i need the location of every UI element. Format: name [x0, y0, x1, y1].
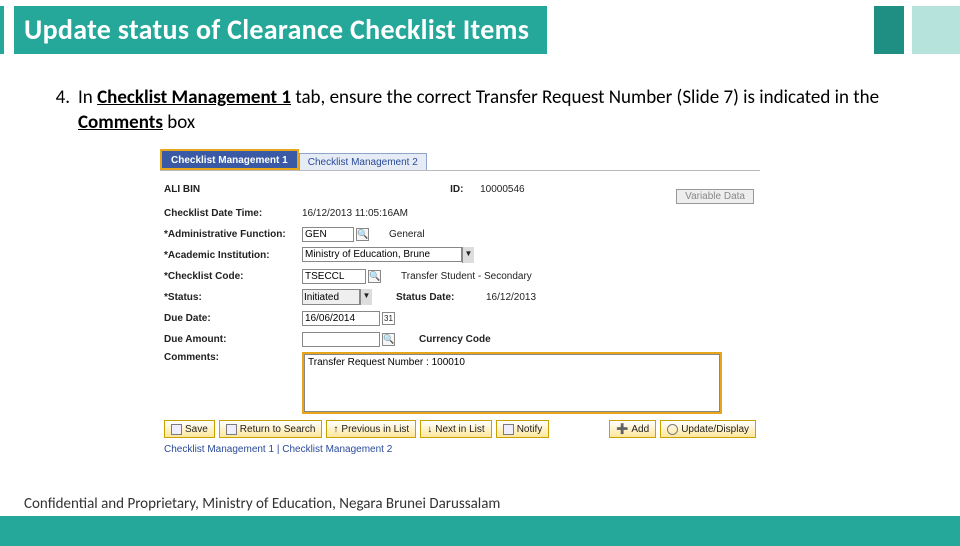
instruction-step: 4. In Checklist Management 1 tab, ensure…	[44, 86, 916, 135]
row-status: Status: ▼ Status Date: 16/12/2013	[164, 287, 756, 307]
row-admin-fn: Administrative Function: 🔍 General	[164, 224, 756, 244]
label-acad-inst: Academic Institution:	[164, 250, 302, 261]
notify-label: Notify	[517, 424, 543, 435]
arrow-down-icon: ↓	[427, 424, 432, 435]
label-datetime: Checklist Date Time:	[164, 208, 302, 219]
select-status[interactable]	[302, 289, 360, 305]
save-icon	[171, 424, 182, 435]
row-acad-inst: Academic Institution: ▼	[164, 245, 756, 265]
add-label: Add	[631, 424, 649, 435]
label-comments: Comments:	[164, 350, 302, 363]
app-screenshot: Checklist Management 1 Checklist Managem…	[160, 149, 760, 457]
step-text-mid: tab, ensure the correct Transfer Request…	[291, 86, 879, 109]
previous-in-list-button[interactable]: ↑Previous in List	[326, 420, 416, 438]
add-button[interactable]: ➕Add	[609, 420, 656, 438]
update-label: Update/Display	[681, 424, 749, 435]
row-due-date: Due Date: 31	[164, 308, 756, 328]
student-name: ALI BIN	[164, 184, 200, 195]
input-due-date[interactable]	[302, 311, 380, 326]
title-accent-light	[912, 6, 960, 54]
chevron-down-icon[interactable]: ▼	[462, 247, 474, 263]
search-icon	[226, 424, 237, 435]
select-acad-inst[interactable]	[302, 247, 462, 262]
label-status: Status:	[164, 292, 302, 303]
comments-highlight	[302, 352, 722, 414]
page-title: Update status of Clearance Checklist Ite…	[14, 6, 547, 54]
refresh-icon	[667, 424, 678, 435]
input-admin-fn[interactable]	[302, 227, 354, 242]
arrow-up-icon: ↑	[333, 424, 338, 435]
student-id-value: 10000546	[480, 184, 525, 195]
tab-checklist-management-1[interactable]: Checklist Management 1	[162, 151, 297, 168]
title-accent-left	[0, 6, 4, 54]
step-body: In Checklist Management 1 tab, ensure th…	[78, 86, 916, 135]
tabs-row: Checklist Management 1 Checklist Managem…	[160, 149, 760, 171]
label-status-date: Status Date:	[396, 292, 486, 303]
label-due-amount: Due Amount:	[164, 334, 302, 345]
tab1-highlight: Checklist Management 1	[160, 149, 299, 170]
lookup-icon[interactable]: 🔍	[356, 228, 369, 241]
step-tab-name: Checklist Management 1	[97, 86, 291, 109]
textarea-comments[interactable]	[304, 354, 720, 412]
notify-icon	[503, 424, 514, 435]
plus-icon: ➕	[616, 424, 628, 435]
button-row: Save Return to Search ↑Previous in List …	[164, 420, 756, 438]
value-status-date: 16/12/2013	[486, 292, 536, 303]
footer-bar	[0, 516, 960, 546]
calendar-icon[interactable]: 31	[382, 312, 395, 325]
next-label: Next in List	[435, 424, 484, 435]
tab-checklist-management-2[interactable]: Checklist Management 2	[299, 153, 427, 170]
lookup-icon[interactable]: 🔍	[368, 270, 381, 283]
input-chk-code[interactable]	[302, 269, 366, 284]
next-in-list-button[interactable]: ↓Next in List	[420, 420, 491, 438]
step-text-prefix: In	[78, 86, 97, 109]
save-label: Save	[185, 424, 208, 435]
step-number: 4.	[44, 86, 78, 135]
row-comments: Comments:	[164, 350, 756, 414]
link-checklist-management-2[interactable]: Checklist Management 2	[282, 444, 392, 455]
label-due-date: Due Date:	[164, 313, 302, 324]
form-area: ALI BIN ID: 10000546 Checklist Date Time…	[160, 171, 760, 457]
title-bar: Update status of Clearance Checklist Ite…	[0, 6, 960, 54]
student-id-label: ID:	[450, 184, 480, 195]
input-due-amount[interactable]	[302, 332, 380, 347]
save-button[interactable]: Save	[164, 420, 215, 438]
prev-label: Previous in List	[341, 424, 409, 435]
return-to-search-button[interactable]: Return to Search	[219, 420, 323, 438]
footer-text: Confidential and Proprietary, Ministry o…	[24, 495, 500, 513]
step-text-suffix: box	[163, 111, 195, 134]
student-row: ALI BIN ID: 10000546	[164, 179, 756, 199]
lookup-icon[interactable]: 🔍	[382, 333, 395, 346]
step-comments-name: Comments	[78, 111, 163, 134]
admin-fn-desc: General	[389, 229, 425, 240]
row-datetime: Checklist Date Time: 16/12/2013 11:05:16…	[164, 203, 756, 223]
value-datetime: 16/12/2013 11:05:16AM	[302, 208, 408, 219]
label-chk-code: Checklist Code:	[164, 271, 302, 282]
label-admin-fn: Administrative Function:	[164, 229, 302, 240]
label-currency: Currency Code	[419, 334, 509, 345]
link-checklist-management-1[interactable]: Checklist Management 1	[164, 444, 274, 455]
title-accent-dark	[874, 6, 904, 54]
chk-code-desc: Transfer Student - Secondary	[401, 271, 532, 282]
notify-button[interactable]: Notify	[496, 420, 550, 438]
bottom-tab-links: Checklist Management 1 | Checklist Manag…	[164, 444, 756, 455]
update-display-button[interactable]: Update/Display	[660, 420, 756, 438]
row-due-amount: Due Amount: 🔍 Currency Code	[164, 329, 756, 349]
variable-data-button[interactable]: Variable Data	[676, 189, 754, 204]
chevron-down-icon[interactable]: ▼	[360, 289, 372, 305]
row-chk-code: Checklist Code: 🔍 Transfer Student - Sec…	[164, 266, 756, 286]
return-label: Return to Search	[240, 424, 316, 435]
